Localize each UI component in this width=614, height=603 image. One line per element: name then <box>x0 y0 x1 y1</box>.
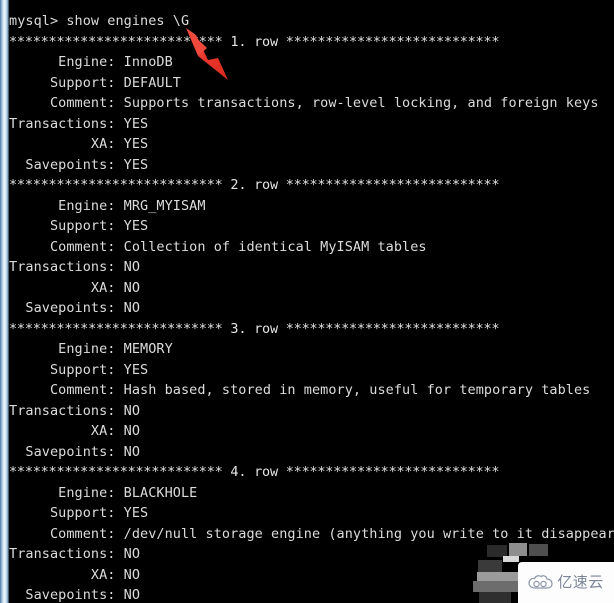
field-transactions-2: Transactions: NO <box>9 259 141 275</box>
field-support-4: Support: YES <box>9 505 149 521</box>
terminal-window[interactable]: mysql> show engines \G *****************… <box>0 0 614 603</box>
field-comment-4: Comment: /dev/null storage engine (anyth… <box>9 525 614 542</box>
field-support-3: Support: YES <box>9 361 149 378</box>
field-xa-2: XA: NO <box>9 279 141 296</box>
field-support-2: Support: YES <box>9 218 149 234</box>
field-engine-3: Engine: MEMORY <box>9 341 173 357</box>
field-xa-3: XA: NO <box>9 423 141 439</box>
field-comment-3: Comment: Hash based, stored in memory, u… <box>9 382 591 398</box>
console-output: mysql> show engines \G *****************… <box>0 11 614 603</box>
row-separator-4: *************************** 4. row *****… <box>9 464 500 480</box>
row-separator-2: *************************** 2. row *****… <box>9 177 500 193</box>
window-left-edge-scrollbar[interactable] <box>0 0 9 603</box>
redaction-block <box>477 572 520 581</box>
cloud-icon <box>528 574 553 589</box>
site-watermark: 亿速云 <box>518 562 614 603</box>
field-comment-2: Comment: Collection of identical MyISAM … <box>9 238 427 255</box>
field-xa-1: XA: YES <box>9 136 149 152</box>
field-engine-4: Engine: BLACKHOLE <box>9 484 198 501</box>
field-savepoints-1: Savepoints: YES <box>9 156 149 173</box>
field-engine-1: Engine: InnoDB <box>9 54 173 70</box>
field-engine-2: Engine: MRG_MYISAM <box>9 197 206 214</box>
redaction-block <box>478 560 502 572</box>
field-comment-1: Comment: Supports transactions, row-leve… <box>9 95 599 111</box>
row-separator-3: *************************** 3. row *****… <box>9 320 500 337</box>
field-support-1: Support: DEFAULT <box>9 74 181 91</box>
redaction-block <box>473 581 519 592</box>
field-savepoints-3: Savepoints: NO <box>9 443 141 460</box>
redaction-block <box>509 543 527 556</box>
field-transactions-1: Transactions: YES <box>9 115 149 132</box>
redaction-block <box>479 592 511 603</box>
prompt-line: mysql> show engines \G <box>9 13 190 29</box>
field-transactions-3: Transactions: NO <box>9 402 141 419</box>
row-separator-1: *************************** 1. row *****… <box>9 33 500 50</box>
field-savepoints-2: Savepoints: NO <box>9 300 141 316</box>
redaction-block <box>503 556 519 562</box>
redaction-block <box>529 544 548 556</box>
watermark-text: 亿速云 <box>557 573 604 591</box>
